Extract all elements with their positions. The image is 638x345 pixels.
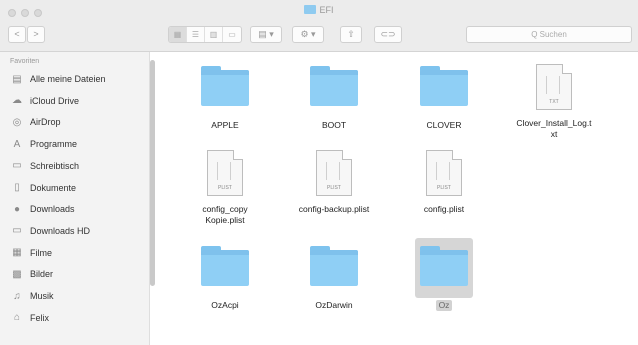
- file-name-label: Clover_Install_Log.t xt: [516, 118, 592, 139]
- file-type-label: TXT: [549, 99, 559, 105]
- file-name-label: OzDarwin: [315, 300, 353, 310]
- desktop-icon: ▭: [12, 160, 22, 172]
- sidebar-item-dokumente[interactable]: ▯ Dokumente: [10, 179, 145, 197]
- file-name-label: Oz: [394, 300, 494, 311]
- document-icon: PLIST: [316, 150, 352, 196]
- window-title: EFI: [0, 5, 638, 15]
- sidebar-item-musik[interactable]: ♫ Musik: [10, 287, 145, 305]
- file-name-label: config-backup.plist: [298, 204, 370, 214]
- home-icon: ⌂: [13, 312, 21, 324]
- sidebar-item-downloads[interactable]: ● Downloads: [10, 200, 145, 218]
- sidebar-item-programme[interactable]: A Programme: [10, 135, 145, 153]
- sidebar-item-label: Downloads: [30, 204, 75, 215]
- folder-icon: [420, 246, 468, 286]
- forward-button[interactable]: >: [27, 26, 45, 43]
- file-name-label: config_copy Kopie.plist: [202, 204, 248, 225]
- window-title-text: EFI: [319, 5, 334, 15]
- file-item[interactable]: PLIST config_copy Kopie.plist: [175, 150, 275, 226]
- share-button[interactable]: ⇧: [340, 26, 362, 43]
- sidebar-item-label: Dokumente: [30, 182, 77, 193]
- sidebar-item-felix[interactable]: ⌂ Felix: [10, 309, 145, 327]
- sidebar-item-filme[interactable]: ▦ Filme: [10, 244, 145, 262]
- folder-icon: [304, 5, 317, 14]
- file-item[interactable]: PLIST config-backup.plist: [284, 150, 384, 215]
- list-view-icon[interactable]: ☰: [187, 27, 205, 42]
- file-name-label: config.plist: [423, 204, 465, 214]
- action-button[interactable]: ⚙ ▾: [292, 26, 324, 43]
- cloud-icon: ☁: [12, 95, 22, 107]
- file-type-label: PLIST: [437, 185, 451, 191]
- sidebar-item-label: Programme: [30, 139, 78, 150]
- sidebar-item-alle-meine-dateien[interactable]: ▤ Alle meine Dateien: [10, 70, 145, 88]
- documents-icon: ▯: [14, 182, 20, 193]
- file-name-label: CLOVER: [426, 120, 462, 130]
- file-name-label: OzAcpi: [211, 300, 239, 310]
- search-input[interactable]: Q Suchen: [466, 26, 632, 43]
- file-item[interactable]: TXT Clover_Install_Log.t xt: [504, 64, 604, 140]
- pictures-icon: ▩: [12, 268, 22, 280]
- movies-icon: ▦: [12, 247, 22, 259]
- sidebar-item-airdrop[interactable]: ◎ AirDrop: [10, 113, 145, 131]
- sidebar-item-icloud-drive[interactable]: ☁ iCloud Drive: [10, 92, 145, 110]
- file-type-label: PLIST: [327, 185, 341, 191]
- applications-icon: A: [13, 138, 21, 150]
- sidebar-item-label: Downloads HD: [30, 225, 91, 236]
- back-button[interactable]: <: [8, 26, 26, 43]
- folder-item[interactable]: OzDarwin: [284, 244, 384, 311]
- file-grid: APPLE BOOT CLOVER TXT Clover_Install_Log.t xt…: [157, 52, 638, 345]
- document-icon: PLIST: [207, 150, 243, 196]
- sidebar-item-downloads-hd[interactable]: ▭ Downloads HD: [10, 222, 145, 240]
- coverflow-view-icon[interactable]: ▭: [223, 27, 241, 42]
- sidebar-item-label: Schreibtisch: [30, 160, 80, 171]
- folder-icon: [201, 66, 249, 106]
- finder-window: EFI < > ▦ ☰ ▥ ▭ ▤ ▾ ⚙ ▾ ⇧ ⊂⊃ Q Suchen Fa…: [0, 0, 638, 345]
- folder-icon: [310, 66, 358, 106]
- tags-button[interactable]: ⊂⊃: [374, 26, 402, 43]
- airdrop-icon: ◎: [12, 116, 22, 128]
- folder-icon: [201, 246, 249, 286]
- folder-icon: ▭: [12, 225, 22, 237]
- view-mode-segmented-control: ▦ ☰ ▥ ▭: [168, 26, 242, 43]
- sidebar-scrollbar[interactable]: [150, 60, 155, 286]
- all-files-icon: ▤: [12, 73, 22, 85]
- folder-item[interactable]: Oz: [394, 244, 494, 311]
- folder-item[interactable]: BOOT: [284, 64, 384, 131]
- document-icon: PLIST: [426, 150, 462, 196]
- arrange-button[interactable]: ▤ ▾: [250, 26, 282, 43]
- folder-item[interactable]: CLOVER: [394, 64, 494, 131]
- folder-item[interactable]: OzAcpi: [175, 244, 275, 311]
- file-type-label: PLIST: [218, 185, 232, 191]
- folder-icon: [310, 246, 358, 286]
- sidebar-item-label: Felix: [30, 312, 50, 323]
- sidebar-item-bilder[interactable]: ▩ Bilder: [10, 265, 145, 283]
- sidebar-item-label: iCloud Drive: [30, 95, 80, 106]
- sidebar-item-label: AirDrop: [30, 117, 61, 128]
- downloads-icon: ●: [13, 203, 21, 215]
- title-bar: EFI < > ▦ ☰ ▥ ▭ ▤ ▾ ⚙ ▾ ⇧ ⊂⊃ Q Suchen: [0, 0, 638, 52]
- sidebar-item-label: Musik: [30, 291, 54, 301]
- sidebar-item-label: Filme: [30, 247, 52, 258]
- document-icon: TXT: [536, 64, 572, 110]
- music-icon: ♫: [13, 290, 21, 302]
- column-view-icon[interactable]: ▥: [205, 27, 223, 42]
- grid-view-icon[interactable]: ▦: [169, 27, 187, 42]
- folder-item[interactable]: APPLE: [175, 64, 275, 131]
- sidebar-item-label: Alle meine Dateien: [30, 74, 106, 84]
- file-item[interactable]: PLIST config.plist: [394, 150, 494, 215]
- sidebar-header-favorites: Favoriten: [10, 58, 40, 65]
- file-name-label: BOOT: [321, 120, 347, 130]
- folder-icon: [420, 66, 468, 106]
- sidebar-item-schreibtisch[interactable]: ▭ Schreibtisch: [10, 157, 145, 175]
- sidebar: Favoriten ▤ Alle meine Dateien ☁ iCloud Dri…: [0, 52, 150, 345]
- sidebar-item-label: Bilder: [30, 269, 54, 280]
- file-name-label: APPLE: [211, 120, 239, 130]
